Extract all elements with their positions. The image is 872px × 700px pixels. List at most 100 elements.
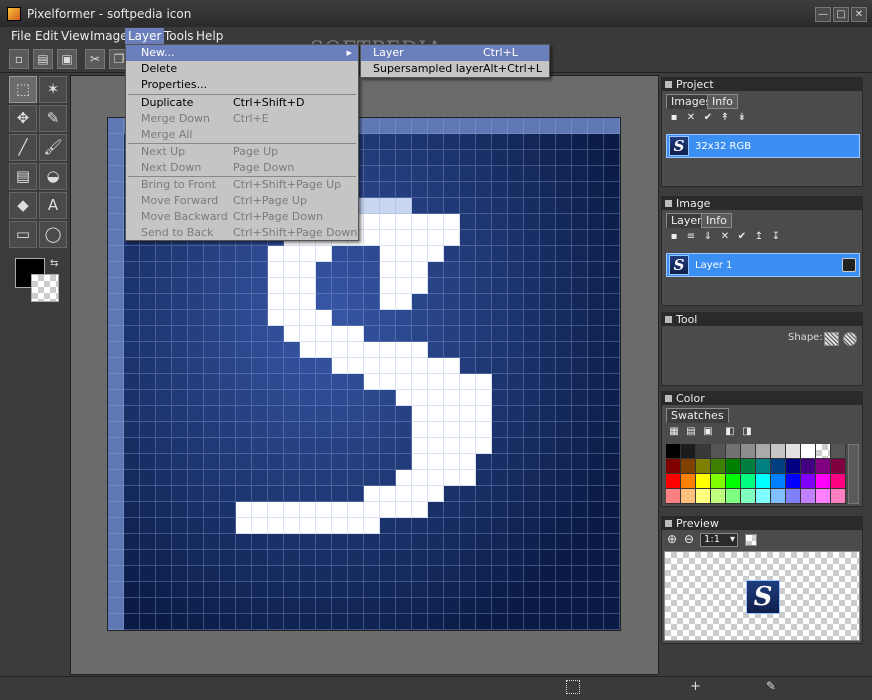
color-swatch[interactable]: [726, 459, 741, 474]
tab-project-info[interactable]: Info: [707, 94, 738, 109]
color-swatch[interactable]: [786, 459, 801, 474]
text-icon[interactable]: A: [39, 192, 67, 219]
color-swatch[interactable]: [711, 474, 726, 489]
line-icon[interactable]: ╱: [9, 134, 37, 161]
color-swatch[interactable]: [711, 459, 726, 474]
menu-item-duplicate[interactable]: Duplicate Ctrl+Shift+D: [126, 95, 358, 111]
color-swatch[interactable]: [831, 444, 846, 459]
color-swatch[interactable]: [696, 444, 711, 459]
move-icon[interactable]: ✥: [9, 105, 37, 132]
open-icon[interactable]: ▤: [33, 49, 53, 69]
menu-layer[interactable]: Layer: [125, 28, 165, 44]
rectangle-icon[interactable]: ▭: [9, 221, 37, 248]
color-swatch[interactable]: [756, 459, 771, 474]
save-icon[interactable]: ▣: [57, 49, 77, 69]
color-swatch[interactable]: [831, 474, 846, 489]
color-swatch[interactable]: [711, 489, 726, 504]
color-swatch[interactable]: [771, 459, 786, 474]
color-swatch[interactable]: [771, 444, 786, 459]
color-swatch[interactable]: [801, 489, 816, 504]
minimize-button[interactable]: —: [815, 7, 831, 22]
move-up-icon[interactable]: ↥: [753, 231, 765, 243]
color-swatch[interactable]: [681, 444, 696, 459]
menu-tools[interactable]: Tools: [161, 28, 197, 44]
ellipse-icon[interactable]: ◯: [39, 221, 67, 248]
tab-image-info[interactable]: Info: [701, 213, 732, 228]
save-swatch-icon[interactable]: ▣: [702, 426, 714, 438]
color-swatch[interactable]: [816, 489, 831, 504]
color-swatch[interactable]: [696, 459, 711, 474]
cut-icon[interactable]: ✂: [85, 49, 105, 69]
menu-item-new[interactable]: New... ▸: [126, 45, 358, 61]
tab-swatches[interactable]: Swatches: [666, 408, 729, 423]
rect-select-icon[interactable]: ⬚: [9, 76, 37, 103]
menu-item-delete[interactable]: Delete: [126, 61, 358, 77]
menu-file[interactable]: File: [8, 28, 34, 44]
fill-icon[interactable]: ◒: [39, 163, 67, 190]
image-list-item[interactable]: S 32x32 RGB: [666, 134, 860, 158]
delete-image-icon[interactable]: ✕: [685, 112, 697, 124]
color-swatch[interactable]: [801, 459, 816, 474]
color-swatch[interactable]: [726, 489, 741, 504]
color-swatch[interactable]: [831, 489, 846, 504]
square-shape-icon[interactable]: [824, 332, 839, 346]
color-swatch[interactable]: [756, 474, 771, 489]
layer-list-item[interactable]: S Layer 1: [666, 253, 860, 277]
color-swatch[interactable]: [681, 474, 696, 489]
transparency-toggle-icon[interactable]: [745, 534, 757, 546]
open-swatch-icon[interactable]: ▤: [685, 426, 697, 438]
color-swatch[interactable]: [696, 474, 711, 489]
color-swatch[interactable]: [831, 459, 846, 474]
color-swatch[interactable]: [681, 489, 696, 504]
swatch-grid[interactable]: [666, 444, 846, 504]
color-swatch[interactable]: [786, 474, 801, 489]
close-button[interactable]: ✕: [851, 7, 867, 22]
color-swatch[interactable]: [711, 444, 726, 459]
color-swatch[interactable]: [666, 444, 681, 459]
submenu-item-layer[interactable]: Layer Ctrl+L: [361, 45, 549, 61]
color-swatch[interactable]: [666, 489, 681, 504]
stack-icon[interactable]: ≡: [685, 231, 697, 243]
new-layer-icon[interactable]: ▪: [668, 231, 680, 243]
up-icon[interactable]: ↟: [719, 112, 731, 124]
color-swatch[interactable]: [771, 474, 786, 489]
grid-icon[interactable]: ▦: [668, 426, 680, 438]
brush-icon[interactable]: 🖌: [39, 134, 67, 161]
color-swatch[interactable]: [801, 444, 816, 459]
visibility-icon[interactable]: [842, 258, 856, 272]
new-image-icon[interactable]: ▪: [668, 112, 680, 124]
color-swatch[interactable]: [756, 444, 771, 459]
properties-icon[interactable]: ✔: [736, 231, 748, 243]
menu-help[interactable]: Help: [193, 28, 226, 44]
swatch-a-icon[interactable]: ◧: [724, 426, 736, 438]
color-swatch[interactable]: [696, 489, 711, 504]
down-icon[interactable]: ↡: [736, 112, 748, 124]
swatch-b-icon[interactable]: ◨: [741, 426, 753, 438]
color-swatch[interactable]: [741, 474, 756, 489]
color-swatch[interactable]: [726, 444, 741, 459]
zoom-select[interactable]: 1:1 ▾: [700, 533, 738, 547]
move-down-icon[interactable]: ↧: [770, 231, 782, 243]
swatch-scrollbar[interactable]: [848, 444, 859, 504]
new-icon[interactable]: ▫: [9, 49, 29, 69]
color-swatch[interactable]: [741, 489, 756, 504]
merge-icon[interactable]: ⇓: [702, 231, 714, 243]
secondary-color[interactable]: [31, 274, 59, 302]
eraser-icon[interactable]: ◆: [9, 192, 37, 219]
color-swatch[interactable]: [741, 444, 756, 459]
color-swatch[interactable]: [666, 459, 681, 474]
round-shape-icon[interactable]: [843, 332, 857, 346]
eyedropper-icon[interactable]: ✎: [39, 105, 67, 132]
settings-icon[interactable]: ✔: [702, 112, 714, 124]
submenu-item-supersampled-layer[interactable]: Supersampled layer Alt+Ctrl+L: [361, 61, 549, 77]
color-swatch[interactable]: [726, 474, 741, 489]
color-swatch[interactable]: [666, 474, 681, 489]
menu-item-properties[interactable]: Properties...: [126, 77, 358, 93]
maximize-button[interactable]: □: [833, 7, 849, 22]
zoom-in-icon[interactable]: ⊕: [667, 532, 677, 546]
color-swatch[interactable]: [741, 459, 756, 474]
zoom-out-icon[interactable]: ⊖: [684, 532, 694, 546]
color-swatch[interactable]: [756, 489, 771, 504]
menu-edit[interactable]: Edit: [32, 28, 61, 44]
color-swatch[interactable]: [801, 474, 816, 489]
